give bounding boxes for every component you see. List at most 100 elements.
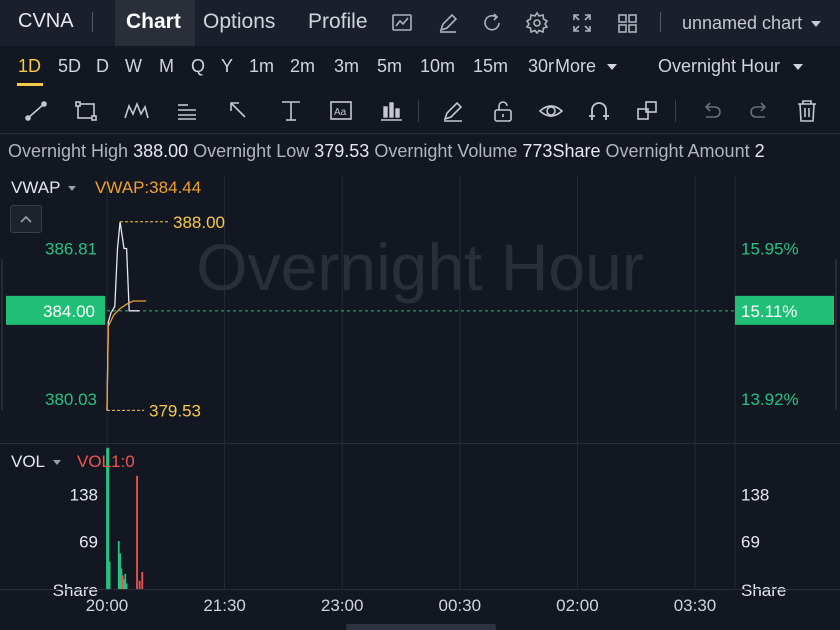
interval-y[interactable]: Y — [221, 56, 233, 77]
arrow-icon[interactable] — [226, 98, 252, 124]
overnight-stats: Overnight High 388.00 Overnight Low 379.… — [8, 141, 840, 162]
high-label: Overnight High — [8, 141, 129, 161]
session-label: Overnight Hour — [658, 56, 781, 76]
volume-bar — [125, 583, 128, 589]
more-intervals-button[interactable]: More — [555, 56, 618, 77]
annotation-icon[interactable]: Aa — [328, 98, 354, 124]
volume-bar — [108, 561, 111, 589]
drawing-toolbar: Aa — [0, 88, 840, 134]
time-tick-label: 20:00 — [86, 596, 129, 615]
price-chart[interactable]: Overnight Hour 380.03 13.92% 386.81 15.95% 38… — [0, 170, 840, 630]
text-icon[interactable] — [174, 98, 200, 124]
top-header: CVNA Chart Options Profile unnamed chart — [0, 0, 840, 46]
layers-icon[interactable] — [634, 98, 660, 124]
eye-icon[interactable] — [538, 98, 564, 124]
collapse-indicator-button[interactable] — [10, 205, 42, 233]
volume-unit-label-right: Share — [741, 581, 786, 600]
pen-icon[interactable] — [440, 98, 466, 124]
amount-value: 2 — [754, 141, 765, 161]
fullscreen-icon[interactable] — [570, 11, 594, 35]
time-tick-label: 02:00 — [556, 596, 599, 615]
unlock-icon[interactable] — [490, 98, 516, 124]
session-dropdown[interactable]: Overnight Hour — [658, 56, 804, 77]
time-tick-label: 00:30 — [439, 596, 482, 615]
toolbar-divider — [675, 100, 676, 122]
interval-5d[interactable]: 5D — [58, 56, 81, 77]
vwap-line — [106, 300, 147, 409]
watermark-text: Overnight Hour — [196, 230, 644, 304]
low-marker-label: 379.53 — [149, 401, 201, 420]
layout-grid-icon[interactable] — [615, 11, 639, 35]
low-value: 379.53 — [314, 141, 370, 161]
magnet-icon[interactable] — [586, 98, 612, 124]
undo-icon[interactable] — [698, 98, 724, 124]
interval-5m[interactable]: 5m — [377, 56, 402, 77]
vol-indicator-name: VOL — [11, 452, 46, 471]
trash-icon[interactable] — [794, 98, 820, 124]
chart-type-icon[interactable] — [390, 11, 414, 35]
settings-icon[interactable] — [525, 11, 549, 35]
interval-bar: 1D 5D D W M Q Y 1m 2m 3m 5m 10m 15m 30r … — [0, 46, 840, 88]
header-divider — [92, 12, 93, 32]
volume-tick-label-right: 138 — [741, 485, 769, 504]
price-tick-label: 380.03 — [45, 390, 97, 409]
amount-label: Overnight Amount — [605, 141, 750, 161]
volume-tick-label: 69 — [79, 533, 98, 552]
interval-2m[interactable]: 2m — [290, 56, 315, 77]
header-divider — [660, 12, 661, 32]
volume-value: 773Share — [522, 141, 601, 161]
interval-w[interactable]: W — [125, 56, 142, 77]
interval-q[interactable]: Q — [191, 56, 205, 77]
price-line — [106, 221, 140, 411]
time-tick-label: 23:00 — [321, 596, 364, 615]
interval-3m[interactable]: 3m — [334, 56, 359, 77]
current-pct-label: 15.11% — [741, 302, 797, 321]
toolbar-divider — [418, 100, 419, 122]
interval-10m[interactable]: 10m — [420, 56, 455, 77]
interval-1m[interactable]: 1m — [249, 56, 274, 77]
indicator-icon[interactable] — [378, 98, 404, 124]
chevron-up-icon — [20, 215, 32, 223]
chart-name-dropdown[interactable]: unnamed chart — [682, 13, 822, 34]
redo-icon[interactable] — [747, 98, 773, 124]
vwap-indicator-dropdown[interactable]: VWAP — [11, 178, 77, 198]
tab-options[interactable]: Options — [203, 10, 275, 34]
more-label: More — [555, 56, 597, 76]
volume-tick-label: 138 — [70, 485, 98, 504]
vol-indicator-dropdown[interactable]: VOL — [11, 452, 62, 472]
volume-bar — [138, 580, 141, 589]
chevron-down-icon — [793, 64, 804, 71]
chevron-down-icon — [53, 460, 62, 466]
tab-profile[interactable]: Profile — [308, 10, 368, 34]
interval-30m[interactable]: 30r — [528, 56, 554, 77]
refresh-icon[interactable] — [480, 11, 504, 35]
pct-tick-label: 15.95% — [741, 239, 799, 258]
vol-value-label: VOL1:0 — [77, 452, 135, 471]
volume-bar — [141, 571, 144, 589]
interval-1d[interactable]: 1D — [18, 56, 41, 77]
interval-m[interactable]: M — [159, 56, 174, 77]
ticker-symbol[interactable]: CVNA — [18, 10, 74, 33]
interval-d[interactable]: D — [96, 56, 109, 77]
price-tick-label: 386.81 — [45, 239, 97, 258]
volume-bar — [136, 475, 138, 589]
rectangle-icon[interactable] — [73, 98, 99, 124]
time-tick-label: 03:30 — [674, 596, 717, 615]
low-label: Overnight Low — [193, 141, 310, 161]
volume-label: Overnight Volume — [374, 141, 518, 161]
high-marker-label: 388.00 — [173, 213, 225, 232]
volume-tick-label-right: 69 — [741, 533, 760, 552]
current-price-label: 384.00 — [43, 302, 95, 321]
svg-text:Aa: Aa — [334, 107, 347, 118]
chart-name-label: unnamed chart — [682, 13, 803, 33]
trend-line-icon[interactable] — [23, 98, 49, 124]
pattern-icon[interactable] — [123, 98, 149, 124]
chevron-down-icon — [607, 64, 618, 71]
measure-icon[interactable] — [278, 98, 304, 124]
interval-15m[interactable]: 15m — [473, 56, 508, 77]
time-scroll-handle[interactable] — [346, 624, 496, 630]
active-interval-underline — [17, 83, 43, 86]
tab-chart[interactable]: Chart — [126, 10, 181, 34]
draw-icon[interactable] — [436, 11, 460, 35]
vwap-value-label: VWAP:384.44 — [95, 178, 202, 197]
